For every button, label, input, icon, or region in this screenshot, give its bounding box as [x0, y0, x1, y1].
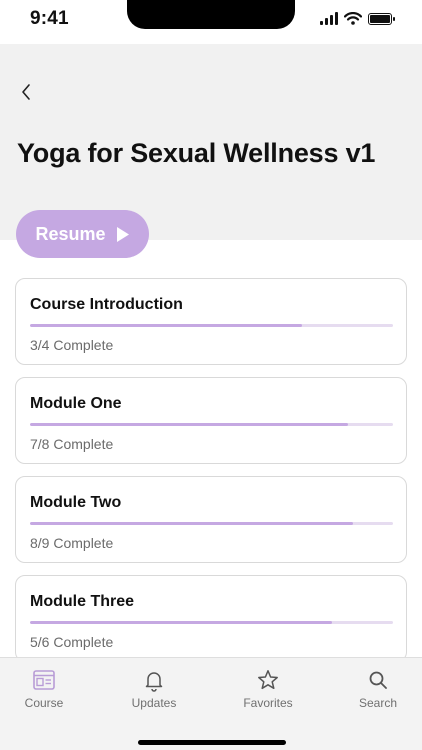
progress-fill [30, 324, 303, 327]
wifi-icon [344, 12, 362, 25]
module-list: Course Introduction 3/4 Complete Module … [15, 278, 407, 674]
tab-label: Favorites [243, 696, 293, 710]
status-time: 9:41 [30, 8, 69, 29]
star-icon [258, 670, 278, 690]
tab-search[interactable]: Search [338, 668, 418, 710]
tab-favorites[interactable]: Favorites [228, 668, 308, 710]
module-card[interactable]: Module One 7/8 Complete [15, 377, 407, 464]
screen: 9:41 Yoga for Sexual Wellness v1 Resume [0, 0, 422, 750]
bell-icon [145, 672, 163, 692]
battery-icon [368, 12, 395, 25]
module-title: Module One [30, 395, 122, 412]
module-progress-text: 3/4 Complete [30, 337, 114, 353]
progress-bar [30, 522, 393, 525]
progress-fill [30, 423, 348, 426]
progress-fill [30, 621, 333, 624]
tab-bar: Course Updates Favorites Search [0, 657, 422, 750]
module-card[interactable]: Module Two 8/9 Complete [15, 476, 407, 563]
module-progress-text: 8/9 Complete [30, 535, 114, 551]
module-card[interactable]: Module Three 5/6 Complete [15, 575, 407, 662]
home-indicator [138, 740, 286, 745]
tab-updates[interactable]: Updates [114, 668, 194, 710]
module-card[interactable]: Course Introduction 3/4 Complete [15, 278, 407, 365]
page-title: Yoga for Sexual Wellness v1 [17, 138, 376, 168]
progress-bar [30, 621, 393, 624]
progress-fill [30, 522, 353, 525]
tab-label: Course [24, 696, 64, 710]
status-bar: 9:41 [0, 0, 422, 44]
chevron-left-icon [22, 84, 30, 100]
module-title: Module Two [30, 494, 122, 511]
tab-label: Search [358, 696, 398, 710]
module-title: Course Introduction [30, 296, 183, 313]
progress-bar [30, 423, 393, 426]
resume-button[interactable]: Resume [16, 210, 149, 258]
search-icon [369, 671, 387, 689]
module-title: Module Three [30, 593, 135, 610]
tab-course[interactable]: Course [4, 668, 84, 710]
cellular-signal-icon [320, 12, 338, 25]
resume-label: Resume [35, 223, 106, 244]
course-icon [33, 670, 55, 690]
play-icon [116, 226, 129, 242]
device-notch [127, 0, 295, 29]
status-icons [320, 12, 395, 25]
module-progress-text: 7/8 Complete [30, 436, 114, 452]
module-progress-text: 5/6 Complete [30, 634, 114, 650]
tab-label: Updates [131, 696, 177, 710]
back-button[interactable] [14, 80, 38, 104]
progress-bar [30, 324, 393, 327]
